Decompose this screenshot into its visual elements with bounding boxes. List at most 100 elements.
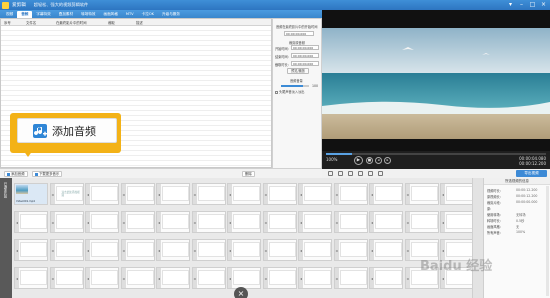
info-scrollbar[interactable] — [546, 186, 549, 296]
timeline-slot[interactable]: ◂ — [85, 267, 119, 289]
empty-slot[interactable] — [233, 186, 260, 201]
empty-slot[interactable] — [91, 270, 118, 285]
timeline-slot[interactable]: ◂ — [262, 211, 297, 233]
timeline-slot[interactable]: ◂ — [262, 183, 297, 205]
empty-slot[interactable] — [233, 270, 260, 285]
empty-slot[interactable] — [20, 242, 47, 257]
empty-slot[interactable] — [233, 242, 260, 257]
clip-duration-input[interactable]: 00:00:00.000 — [291, 61, 319, 66]
empty-slot[interactable] — [446, 186, 473, 201]
timeline-slot[interactable]: ◂ — [404, 183, 439, 205]
empty-slot[interactable] — [339, 186, 367, 201]
empty-slot[interactable] — [197, 186, 225, 201]
volume-slider[interactable] — [281, 85, 309, 87]
empty-slot[interactable] — [20, 270, 47, 285]
empty-slot[interactable] — [268, 186, 296, 201]
timeline-slot[interactable]: ◂ — [120, 183, 155, 205]
empty-slot[interactable] — [162, 186, 189, 201]
save-icon[interactable] — [348, 171, 353, 176]
timeline-slot[interactable]: ◂ — [191, 183, 226, 205]
empty-slot[interactable] — [55, 214, 83, 229]
empty-slot[interactable] — [410, 214, 438, 229]
stop-button[interactable]: ■ — [366, 157, 373, 164]
col-time-in-movie[interactable]: 在最终影片中的时间 — [56, 20, 87, 25]
playback-progress[interactable] — [326, 153, 546, 155]
empty-slot[interactable] — [20, 214, 47, 229]
fade-checkbox-label[interactable]: 头尾声音淡入淡出 — [275, 89, 305, 94]
fade-checkbox[interactable] — [275, 90, 278, 94]
timeline-slot[interactable]: ◂ — [120, 211, 155, 233]
timeline-slot[interactable]: ◂ — [298, 239, 332, 261]
timeline-slot[interactable]: ◂ — [298, 183, 332, 205]
empty-slot[interactable] — [304, 242, 331, 257]
timeline-slot[interactable]: ◂ — [369, 239, 403, 261]
snapshot-icon[interactable] — [328, 171, 333, 176]
empty-slot[interactable] — [339, 214, 367, 229]
tab-7[interactable]: 卡拉OK — [138, 11, 158, 18]
timeline-slot[interactable]: ◂ — [333, 183, 368, 205]
folder-icon[interactable] — [338, 171, 343, 176]
preview-play-button[interactable]: 预览/播放 — [287, 68, 309, 74]
empty-slot[interactable] — [410, 186, 438, 201]
timeline-slot[interactable]: ◂ — [156, 267, 190, 289]
zoom-icon[interactable] — [378, 171, 383, 176]
clip-end-input[interactable]: 00:00:00.000 — [291, 53, 319, 58]
start-time-input[interactable]: 00:00:00.000 — [284, 31, 314, 36]
empty-slot[interactable] — [339, 242, 367, 257]
undo-icon[interactable] — [358, 171, 363, 176]
empty-slot[interactable] — [162, 214, 189, 229]
timeline-slot[interactable]: ◂ — [369, 267, 403, 289]
timeline-slot[interactable]: ◂ — [262, 239, 297, 261]
empty-slot[interactable] — [304, 186, 331, 201]
timeline-slot[interactable]: ◂ — [333, 267, 368, 289]
timeline-slot[interactable]: ◂ — [191, 267, 226, 289]
step-forward-button[interactable]: ▸ — [384, 157, 391, 164]
empty-slot[interactable] — [268, 270, 296, 285]
empty-slot[interactable] — [339, 270, 367, 285]
timeline-slot[interactable]: ◂ — [156, 183, 190, 205]
step-back-button[interactable]: ◂ — [375, 157, 382, 164]
timeline-slot[interactable]: ◂ — [120, 267, 155, 289]
empty-slot[interactable] — [197, 214, 225, 229]
timeline-slot[interactable]: ◂ — [298, 211, 332, 233]
empty-slot[interactable] — [375, 270, 402, 285]
tab-5[interactable]: 画面风格 — [100, 11, 122, 18]
timeline-slot[interactable]: ◂ — [85, 183, 119, 205]
timeline-slot[interactable]: ◂ — [120, 239, 155, 261]
timeline-slot[interactable]: ◂ — [333, 239, 368, 261]
timeline-slot[interactable]: ◂ — [404, 211, 439, 233]
timeline-slot[interactable]: ◂ — [440, 183, 474, 205]
timeline-slot[interactable]: Video001.mp4 — [14, 183, 48, 205]
redo-icon[interactable] — [368, 171, 373, 176]
empty-slot[interactable] — [55, 270, 83, 285]
timeline-slot[interactable]: ◂ — [333, 211, 368, 233]
empty-slot[interactable] — [375, 186, 402, 201]
col-description[interactable]: 描述 — [136, 20, 143, 25]
empty-slot[interactable] — [91, 242, 118, 257]
empty-slot[interactable] — [126, 214, 154, 229]
clip-start-input[interactable]: 00:00:00.000 — [291, 45, 319, 50]
timeline-slot[interactable]: ◂ — [369, 183, 403, 205]
col-filename[interactable]: 文件名 — [26, 20, 36, 25]
timeline-slot[interactable]: ◂ — [14, 239, 48, 261]
timeline-slot[interactable]: ◂ — [191, 211, 226, 233]
maximize-button[interactable]: □ — [528, 1, 537, 8]
close-window-button[interactable]: × — [539, 1, 548, 8]
speed-label[interactable]: 100% — [326, 157, 337, 162]
empty-slot[interactable] — [197, 270, 225, 285]
empty-slot[interactable] — [197, 242, 225, 257]
add-audio-big-button[interactable]: 添加音频 — [17, 118, 117, 143]
empty-slot[interactable] — [126, 186, 154, 201]
timeline-slot[interactable]: ◂ — [227, 211, 261, 233]
delete-button[interactable]: 删除 — [242, 171, 255, 177]
empty-slot[interactable] — [91, 214, 118, 229]
tab-2[interactable]: 字幕特效 — [32, 11, 54, 18]
timeline-slot[interactable]: ◂ 双击此处添加视频 — [49, 183, 84, 205]
timeline-slot[interactable]: ◂ — [298, 267, 332, 289]
timeline-slot[interactable]: ◂ — [440, 211, 474, 233]
tab-3[interactable]: 叠加素材 — [55, 11, 77, 18]
timeline-slot[interactable]: ◂ — [227, 239, 261, 261]
tab-0[interactable]: 视频 — [2, 11, 17, 18]
empty-slot[interactable] — [233, 214, 260, 229]
col-clip[interactable]: 裁取 — [108, 20, 115, 25]
